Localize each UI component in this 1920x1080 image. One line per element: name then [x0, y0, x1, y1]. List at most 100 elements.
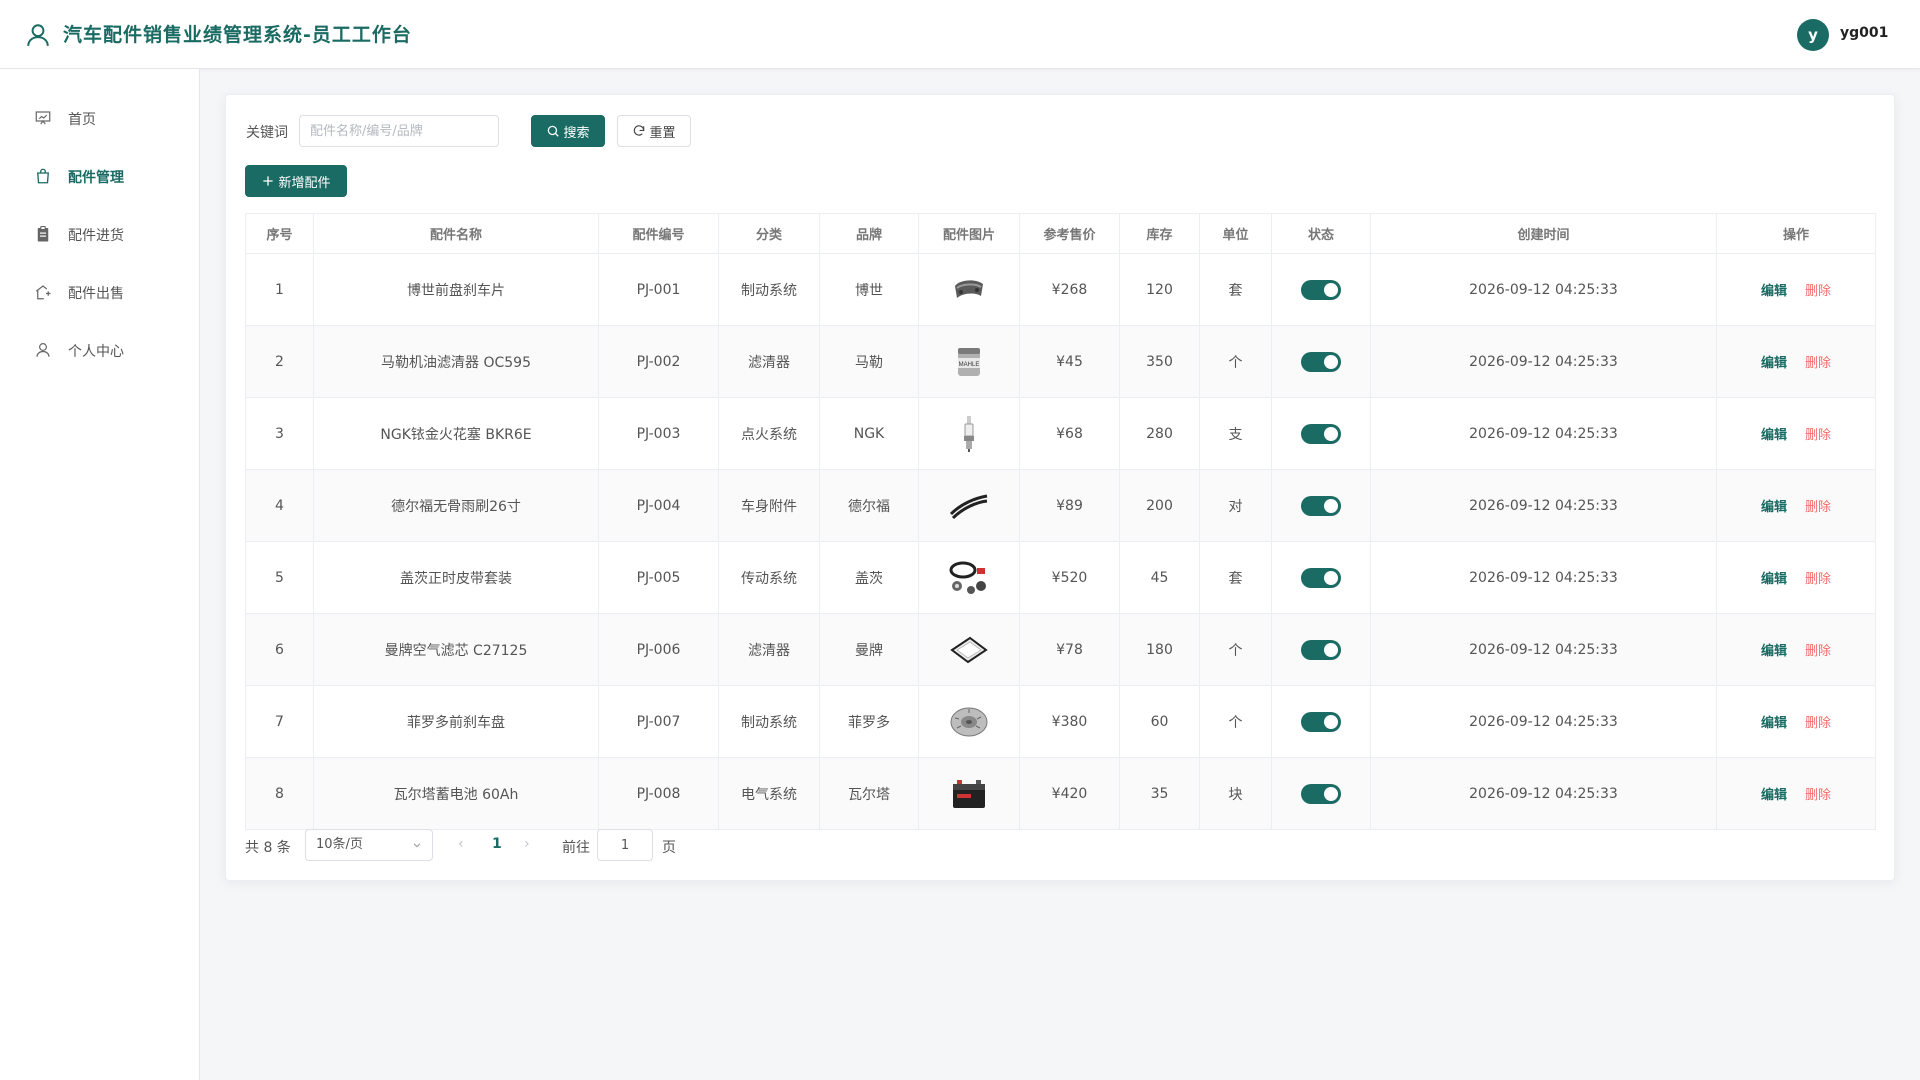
sidebar-item-parts[interactable]: 配件管理 — [0, 154, 199, 198]
delete-button[interactable]: 删除 — [1805, 644, 1831, 659]
username[interactable]: yg001 — [1840, 25, 1888, 41]
edit-button[interactable]: 编辑 — [1761, 500, 1787, 515]
cell-category: 滤清器 — [718, 325, 820, 398]
delete-button[interactable]: 删除 — [1805, 716, 1831, 731]
cell-code: PJ-005 — [598, 541, 719, 614]
sidebar-item-sales[interactable]: 配件出售 — [0, 270, 199, 314]
search-button[interactable]: 搜索 — [531, 115, 605, 147]
page-suffix: 页 — [662, 840, 676, 856]
cell-stock: 180 — [1119, 613, 1200, 686]
delete-button[interactable]: 删除 — [1805, 356, 1831, 371]
edit-button[interactable]: 编辑 — [1761, 716, 1787, 731]
search-icon — [548, 125, 560, 137]
cell-brand: 德尔福 — [819, 469, 919, 542]
status-cell — [1271, 613, 1371, 686]
part-image-cell — [918, 469, 1020, 542]
reset-button[interactable]: 重置 — [617, 115, 691, 147]
cell-stock: 60 — [1119, 685, 1200, 758]
edit-button[interactable]: 编辑 — [1761, 428, 1787, 443]
table-header-row: 序号 配件名称 配件编号 分类 品牌 配件图片 参考售价 库存 单位 状态 创建… — [245, 213, 1876, 254]
page-number-current[interactable]: 1 — [492, 836, 502, 852]
goto-page-input[interactable] — [597, 829, 653, 861]
cell-index: 6 — [245, 613, 314, 686]
edit-button[interactable]: 编辑 — [1761, 284, 1787, 299]
cell-created: 2026-09-12 04:25:33 — [1370, 325, 1717, 398]
cell-unit: 个 — [1199, 325, 1272, 398]
cell-price: ¥420 — [1019, 757, 1120, 830]
cell-category: 点火系统 — [718, 397, 820, 470]
status-toggle[interactable] — [1301, 351, 1341, 372]
keyword-label: 关键词 — [246, 125, 288, 141]
page-size-select[interactable]: 10条/页 — [305, 829, 433, 861]
status-toggle[interactable] — [1301, 495, 1341, 516]
column-header: 配件名称 — [313, 213, 599, 254]
oil-filter-icon: MAHLE — [947, 340, 991, 384]
actions-cell: 编辑 删除 — [1716, 613, 1876, 686]
add-part-button[interactable]: 新增配件 — [245, 165, 347, 197]
sidebar-item-home[interactable]: 首页 — [0, 96, 199, 140]
edit-button[interactable]: 编辑 — [1761, 788, 1787, 803]
cell-brand: 曼牌 — [819, 613, 919, 686]
status-cell — [1271, 541, 1371, 614]
delete-button[interactable]: 删除 — [1805, 788, 1831, 803]
edit-button[interactable]: 编辑 — [1761, 644, 1787, 659]
cell-unit: 对 — [1199, 469, 1272, 542]
user-icon — [36, 343, 50, 357]
status-toggle[interactable] — [1301, 783, 1341, 804]
status-cell — [1271, 757, 1371, 830]
edit-button[interactable]: 编辑 — [1761, 572, 1787, 587]
cell-unit: 套 — [1199, 541, 1272, 614]
part-image-cell — [918, 253, 1020, 326]
brake-disc-icon — [947, 700, 991, 744]
table-row: 2 马勒机油滤清器 OC595 PJ-002 滤清器 马勒 MAHLE ¥45 350 个 202… — [245, 325, 1876, 398]
delete-button[interactable]: 删除 — [1805, 428, 1831, 443]
next-page-button[interactable]: › — [524, 836, 530, 852]
cell-index: 1 — [245, 253, 314, 326]
cell-category: 电气系统 — [718, 757, 820, 830]
delete-button[interactable]: 删除 — [1805, 572, 1831, 587]
status-toggle[interactable] — [1301, 639, 1341, 660]
cell-price: ¥68 — [1019, 397, 1120, 470]
brake-pad-icon — [947, 268, 991, 312]
status-toggle[interactable] — [1301, 279, 1341, 300]
column-header: 配件编号 — [598, 213, 719, 254]
sidebar-item-label: 配件出售 — [68, 286, 124, 302]
cell-name: 盖茨正时皮带套装 — [313, 541, 599, 614]
top-header: 汽车配件销售业绩管理系统-员工工作台 y yg001 — [0, 0, 1920, 69]
sidebar-item-purchase[interactable]: 配件进货 — [0, 212, 199, 256]
sidebar-item-profile[interactable]: 个人中心 — [0, 328, 199, 372]
part-image-cell — [918, 757, 1020, 830]
status-toggle[interactable] — [1301, 711, 1341, 732]
cell-brand: 马勒 — [819, 325, 919, 398]
column-header: 配件图片 — [918, 213, 1020, 254]
keyword-input[interactable] — [299, 115, 499, 147]
prev-page-button[interactable]: ‹ — [458, 836, 464, 852]
cell-name: 德尔福无骨雨刷26寸 — [313, 469, 599, 542]
house-export-icon — [35, 285, 51, 300]
status-cell — [1271, 325, 1371, 398]
actions-cell: 编辑 删除 — [1716, 325, 1876, 398]
wiper-blade-icon — [947, 484, 991, 528]
status-toggle[interactable] — [1301, 567, 1341, 588]
cell-code: PJ-004 — [598, 469, 719, 542]
avatar[interactable]: y — [1797, 19, 1829, 51]
cell-created: 2026-09-12 04:25:33 — [1370, 541, 1717, 614]
cell-index: 5 — [245, 541, 314, 614]
chevron-down-icon — [413, 843, 421, 848]
status-cell — [1271, 397, 1371, 470]
table-row: 8 瓦尔塔蓄电池 60Ah PJ-008 电气系统 瓦尔塔 ¥420 35 块 2026-09-… — [245, 757, 1876, 830]
cell-created: 2026-09-12 04:25:33 — [1370, 613, 1717, 686]
cell-category: 滤清器 — [718, 613, 820, 686]
edit-button[interactable]: 编辑 — [1761, 356, 1787, 371]
cell-unit: 个 — [1199, 613, 1272, 686]
sidebar-item-label: 配件管理 — [68, 170, 124, 186]
plus-icon — [263, 176, 274, 186]
shopping-bag-icon — [37, 168, 49, 184]
cell-index: 2 — [245, 325, 314, 398]
status-toggle[interactable] — [1301, 423, 1341, 444]
cell-created: 2026-09-12 04:25:33 — [1370, 685, 1717, 758]
table-row: 1 博世前盘刹车片 PJ-001 制动系统 博世 ¥268 120 套 2026-09-12 0… — [245, 253, 1876, 326]
search-button-label: 搜索 — [563, 125, 590, 141]
delete-button[interactable]: 删除 — [1805, 284, 1831, 299]
delete-button[interactable]: 删除 — [1805, 500, 1831, 515]
